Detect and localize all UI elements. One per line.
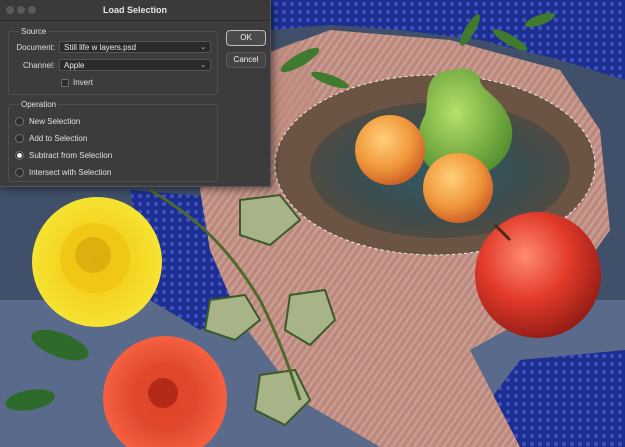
document-value: Still life w layers.psd: [64, 43, 137, 52]
radio-subtract-from-selection[interactable]: [15, 151, 24, 160]
option-intersect-with-selection[interactable]: Intersect with Selection: [29, 168, 111, 177]
cancel-button[interactable]: Cancel: [226, 52, 266, 68]
option-add-to-selection[interactable]: Add to Selection: [29, 134, 87, 143]
document-select[interactable]: Still life w layers.psd ⌄: [59, 41, 211, 53]
radio-intersect-with-selection[interactable]: [15, 168, 24, 177]
dialog-title: Load Selection: [102, 5, 167, 15]
source-legend: Source: [19, 27, 49, 36]
invert-label[interactable]: Invert: [73, 78, 93, 87]
operation-legend: Operation: [19, 100, 59, 109]
invert-checkbox[interactable]: [61, 79, 69, 87]
source-group: Source Document: Still life w layers.psd…: [8, 27, 218, 95]
operation-group: Operation New Selection Add to Selection…: [8, 100, 218, 182]
radio-add-to-selection[interactable]: [15, 134, 24, 143]
ok-button[interactable]: OK: [226, 30, 266, 46]
load-selection-dialog: Load Selection Source Document: Still li…: [0, 0, 271, 187]
channel-value: Apple: [64, 61, 85, 70]
chevron-down-icon: ⌄: [200, 44, 206, 51]
channel-select[interactable]: Apple ⌄: [59, 59, 211, 71]
radio-new-selection[interactable]: [15, 117, 24, 126]
option-new-selection[interactable]: New Selection: [29, 117, 80, 126]
option-subtract-from-selection[interactable]: Subtract from Selection: [29, 151, 112, 160]
chevron-down-icon: ⌄: [200, 62, 206, 69]
channel-label: Channel:: [22, 61, 55, 70]
document-label: Document:: [16, 43, 55, 52]
dialog-titlebar[interactable]: Load Selection: [0, 0, 270, 21]
